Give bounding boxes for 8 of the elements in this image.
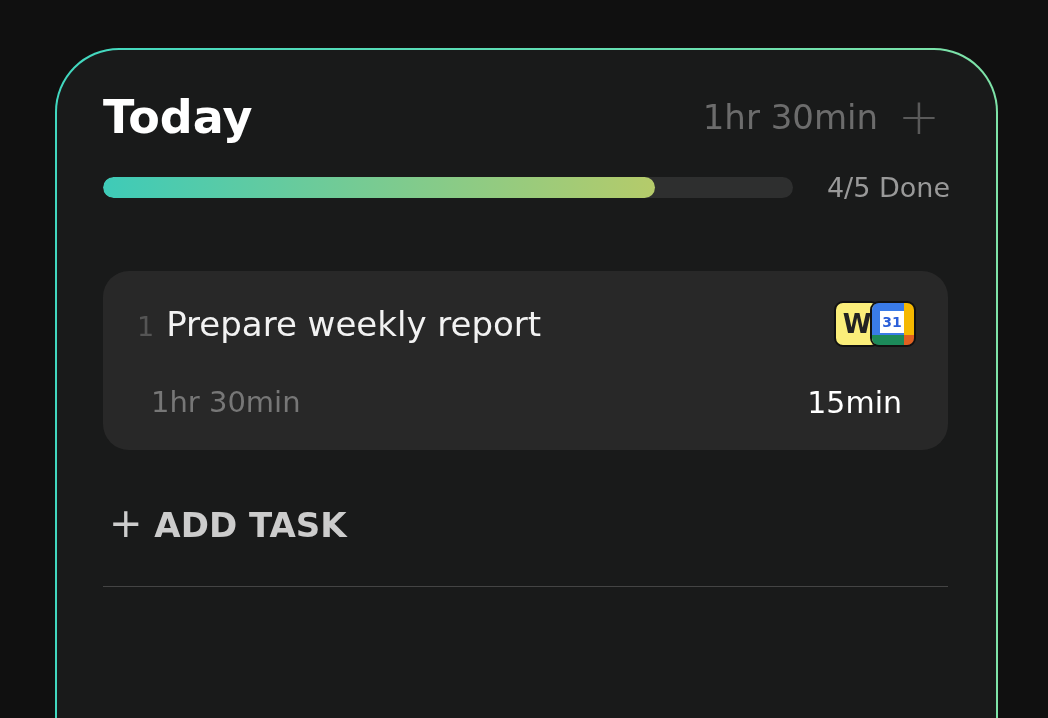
total-time: 1hr 30min: [702, 97, 879, 137]
progress-label: 4/5 Done: [826, 172, 950, 203]
calendar-icon: 31: [870, 301, 916, 347]
task-estimate: 1hr 30min: [151, 385, 301, 420]
title: Today: [103, 90, 253, 144]
task-time-spent: 15min: [807, 385, 902, 420]
task-title: Prepare weekly report: [166, 304, 542, 344]
add-task-button[interactable]: + ADD TASK: [103, 500, 347, 546]
